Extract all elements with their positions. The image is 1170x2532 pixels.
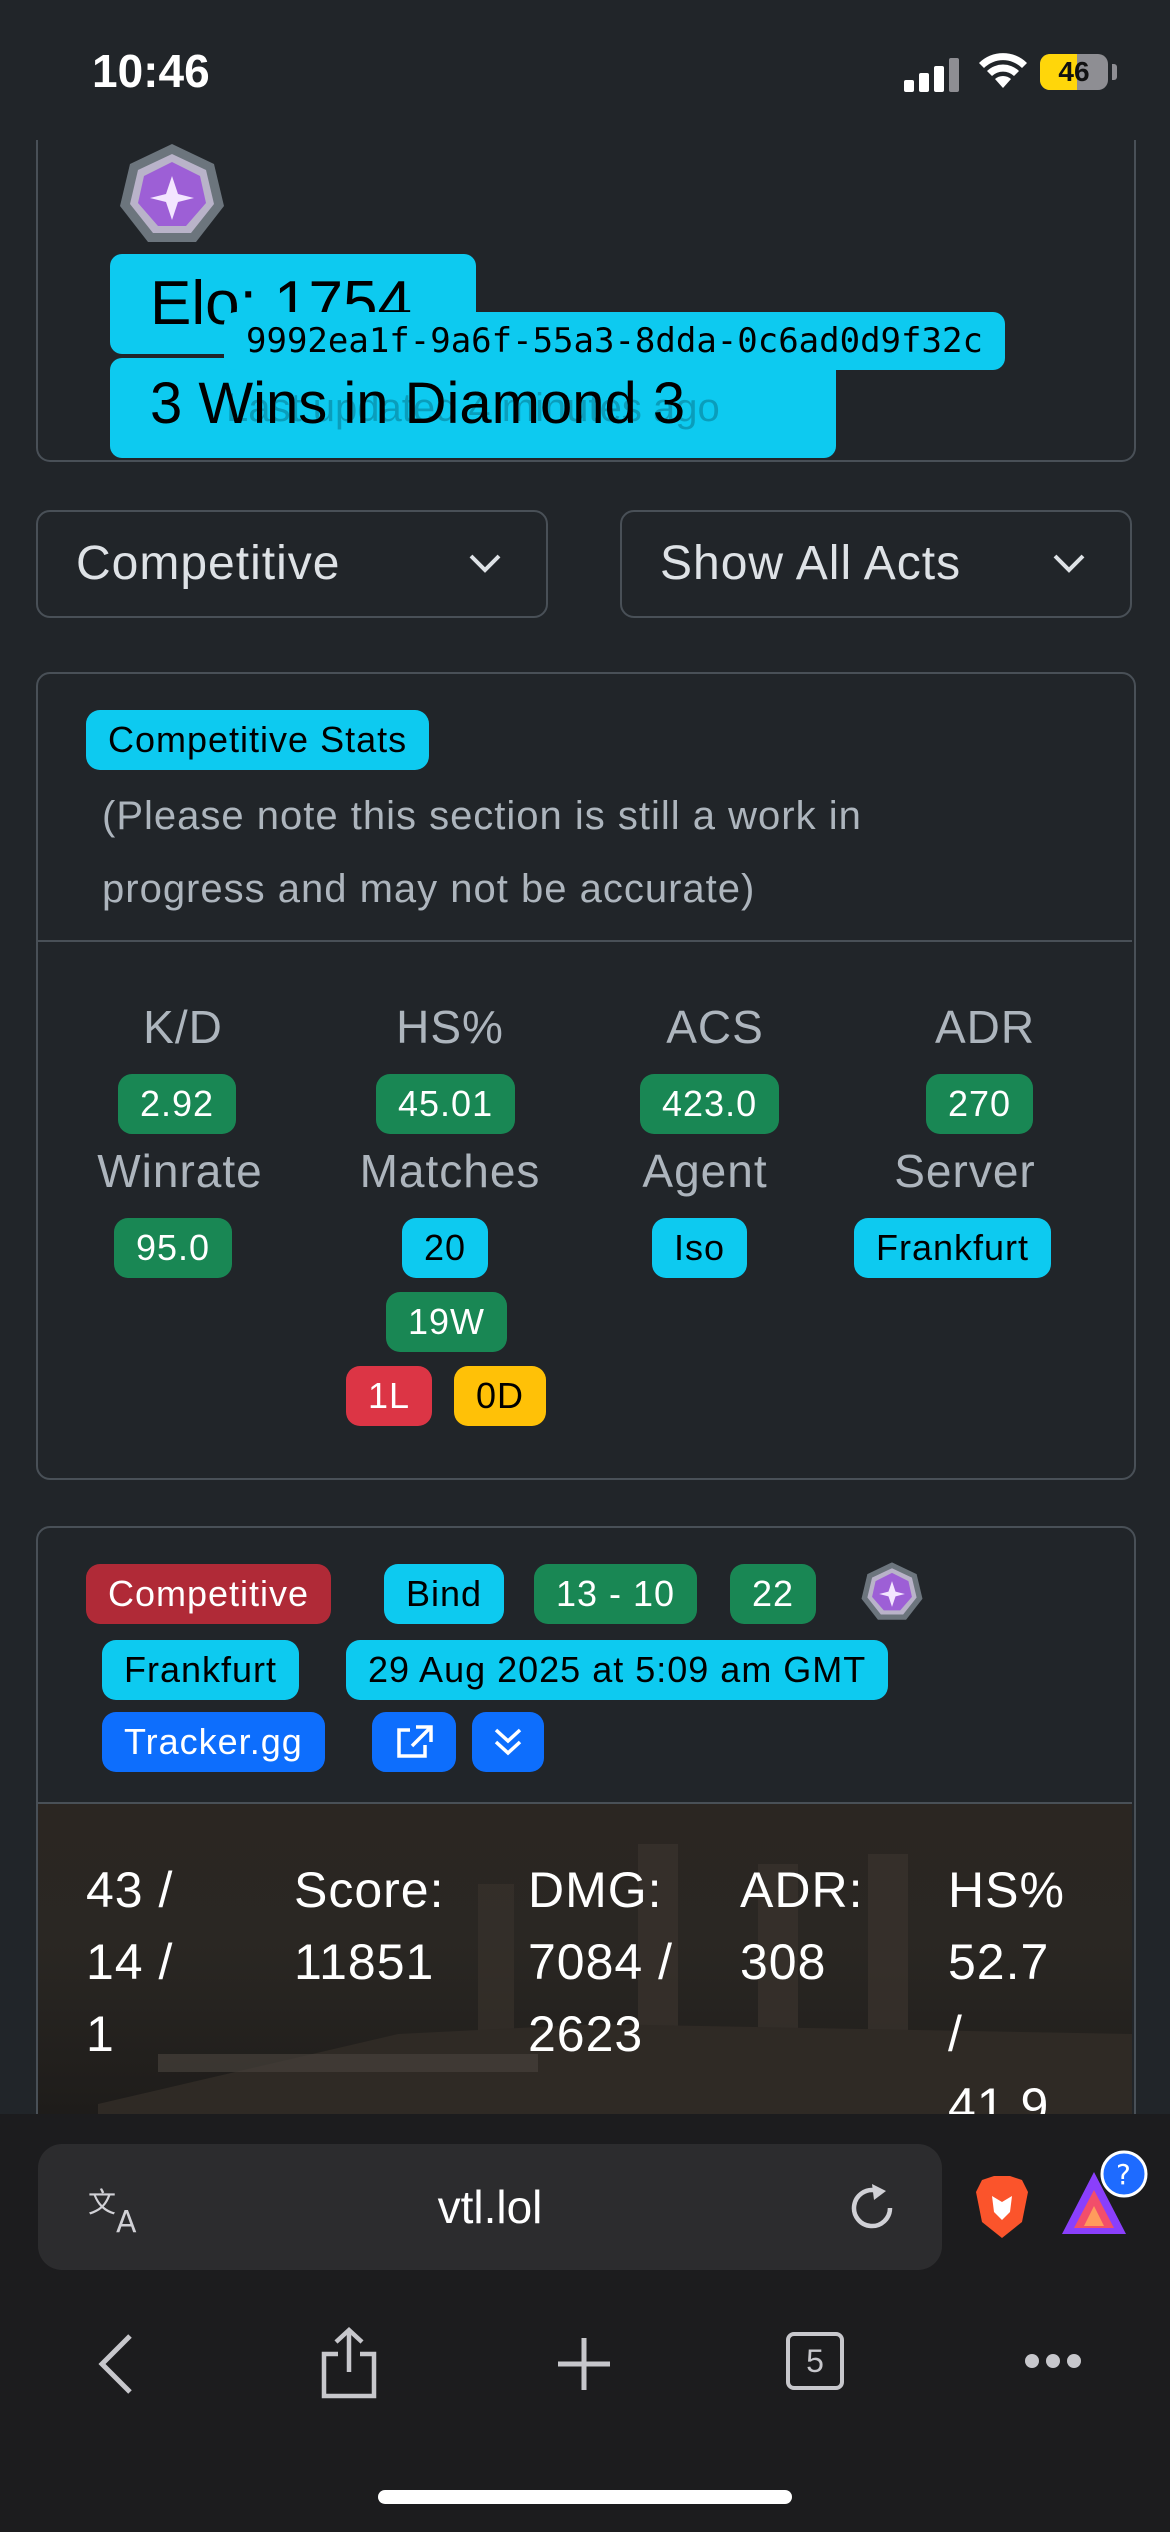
draws-value: 0D [454, 1366, 547, 1426]
winrate-label: Winrate [97, 1145, 263, 1197]
status-bar: 10:46 46 [0, 0, 1170, 140]
address-bar[interactable]: vtl.lol 文 A [38, 2144, 942, 2270]
server-value: Frankfurt [854, 1218, 1052, 1278]
match-server-badge: Frankfurt [102, 1640, 300, 1700]
external-link-button[interactable] [372, 1712, 456, 1772]
matches-label: Matches [359, 1145, 541, 1197]
diamond-rank-icon [120, 144, 224, 242]
stats-note: (Please note this section is still a wor… [102, 794, 862, 911]
match-score: Score: 11851 [294, 1862, 445, 1990]
mode-select[interactable]: Competitive [36, 510, 548, 618]
brave-shield-icon[interactable] [972, 2174, 1032, 2240]
diamond-rank-icon [861, 1562, 923, 1620]
winrate-value: 95.0 [114, 1218, 233, 1278]
expand-button[interactable] [472, 1712, 544, 1772]
tab-count: 5 [806, 2343, 824, 2379]
server-label: Server [894, 1145, 1036, 1197]
kd-label: K/D [143, 1001, 223, 1053]
battery-level: 46 [1058, 56, 1090, 87]
brave-rewards-icon[interactable]: ? [1060, 2150, 1152, 2240]
match-adr: ADR: 308 [740, 1862, 864, 1990]
match-damage: DMG: 7084 / 2623 [528, 1862, 674, 2062]
mode-select-value: Competitive [76, 537, 341, 590]
battery-icon: 46 [1040, 54, 1108, 90]
chevron-down-icon [1053, 554, 1085, 573]
svg-text:A: A [116, 2205, 137, 2234]
chevron-double-down-icon [494, 1728, 522, 1756]
adr-label: ADR [934, 1001, 1036, 1053]
matches-value: 20 [402, 1218, 489, 1278]
match-hs: HS% 52.7 / 41.9 [948, 1862, 1065, 2134]
tracker-gg-button[interactable]: Tracker.gg [102, 1712, 325, 1772]
cellular-signal-icon [904, 58, 960, 92]
acts-select[interactable]: Show All Acts [620, 510, 1132, 618]
match-date-badge: 29 Aug 2025 at 5:09 am GMT [346, 1640, 889, 1700]
url-text: vtl.lol [437, 2181, 543, 2233]
translate-icon[interactable]: 文 A [88, 2184, 148, 2234]
back-icon[interactable] [96, 2332, 136, 2396]
wifi-icon [979, 53, 1027, 88]
svg-text:文: 文 [88, 2186, 116, 2219]
reload-icon[interactable] [846, 2182, 898, 2234]
chevron-down-icon [469, 554, 501, 573]
match-score-badge: 13 - 10 [534, 1564, 698, 1624]
share-icon[interactable] [318, 2326, 380, 2400]
agent-value: Iso [652, 1218, 748, 1278]
svg-text:?: ? [1116, 2158, 1131, 2191]
match-map-badge: Bind [384, 1564, 505, 1624]
match-kda: 43 / 14 / 1 [86, 1862, 174, 2062]
hs-value: 45.01 [376, 1074, 516, 1134]
last-updated: Last updated 4 minutes ago [226, 386, 720, 430]
stats-title-badge: Competitive Stats [86, 710, 430, 770]
kd-value: 2.92 [118, 1074, 237, 1134]
adr-value: 270 [926, 1074, 1034, 1134]
acs-value: 423.0 [640, 1074, 780, 1134]
tabs-button[interactable]: 5 [786, 2332, 844, 2390]
losses-value: 1L [346, 1366, 433, 1426]
acts-select-value: Show All Acts [660, 537, 962, 590]
home-indicator [378, 2490, 792, 2504]
wins-value: 19W [386, 1292, 508, 1352]
acs-label: ACS [666, 1001, 764, 1053]
external-link-icon [397, 1725, 433, 1758]
match-rank-badge: 22 [730, 1564, 817, 1624]
status-time: 10:46 [92, 45, 210, 97]
match-mode-badge: Competitive [86, 1564, 332, 1624]
player-uuid: 9992ea1f-9a6f-55a3-8dda-0c6ad0d9f32c [224, 312, 1005, 370]
hs-label: HS% [396, 1001, 504, 1053]
agent-label: Agent [642, 1145, 768, 1197]
more-icon[interactable] [1024, 2352, 1082, 2370]
new-tab-icon[interactable] [554, 2334, 614, 2394]
